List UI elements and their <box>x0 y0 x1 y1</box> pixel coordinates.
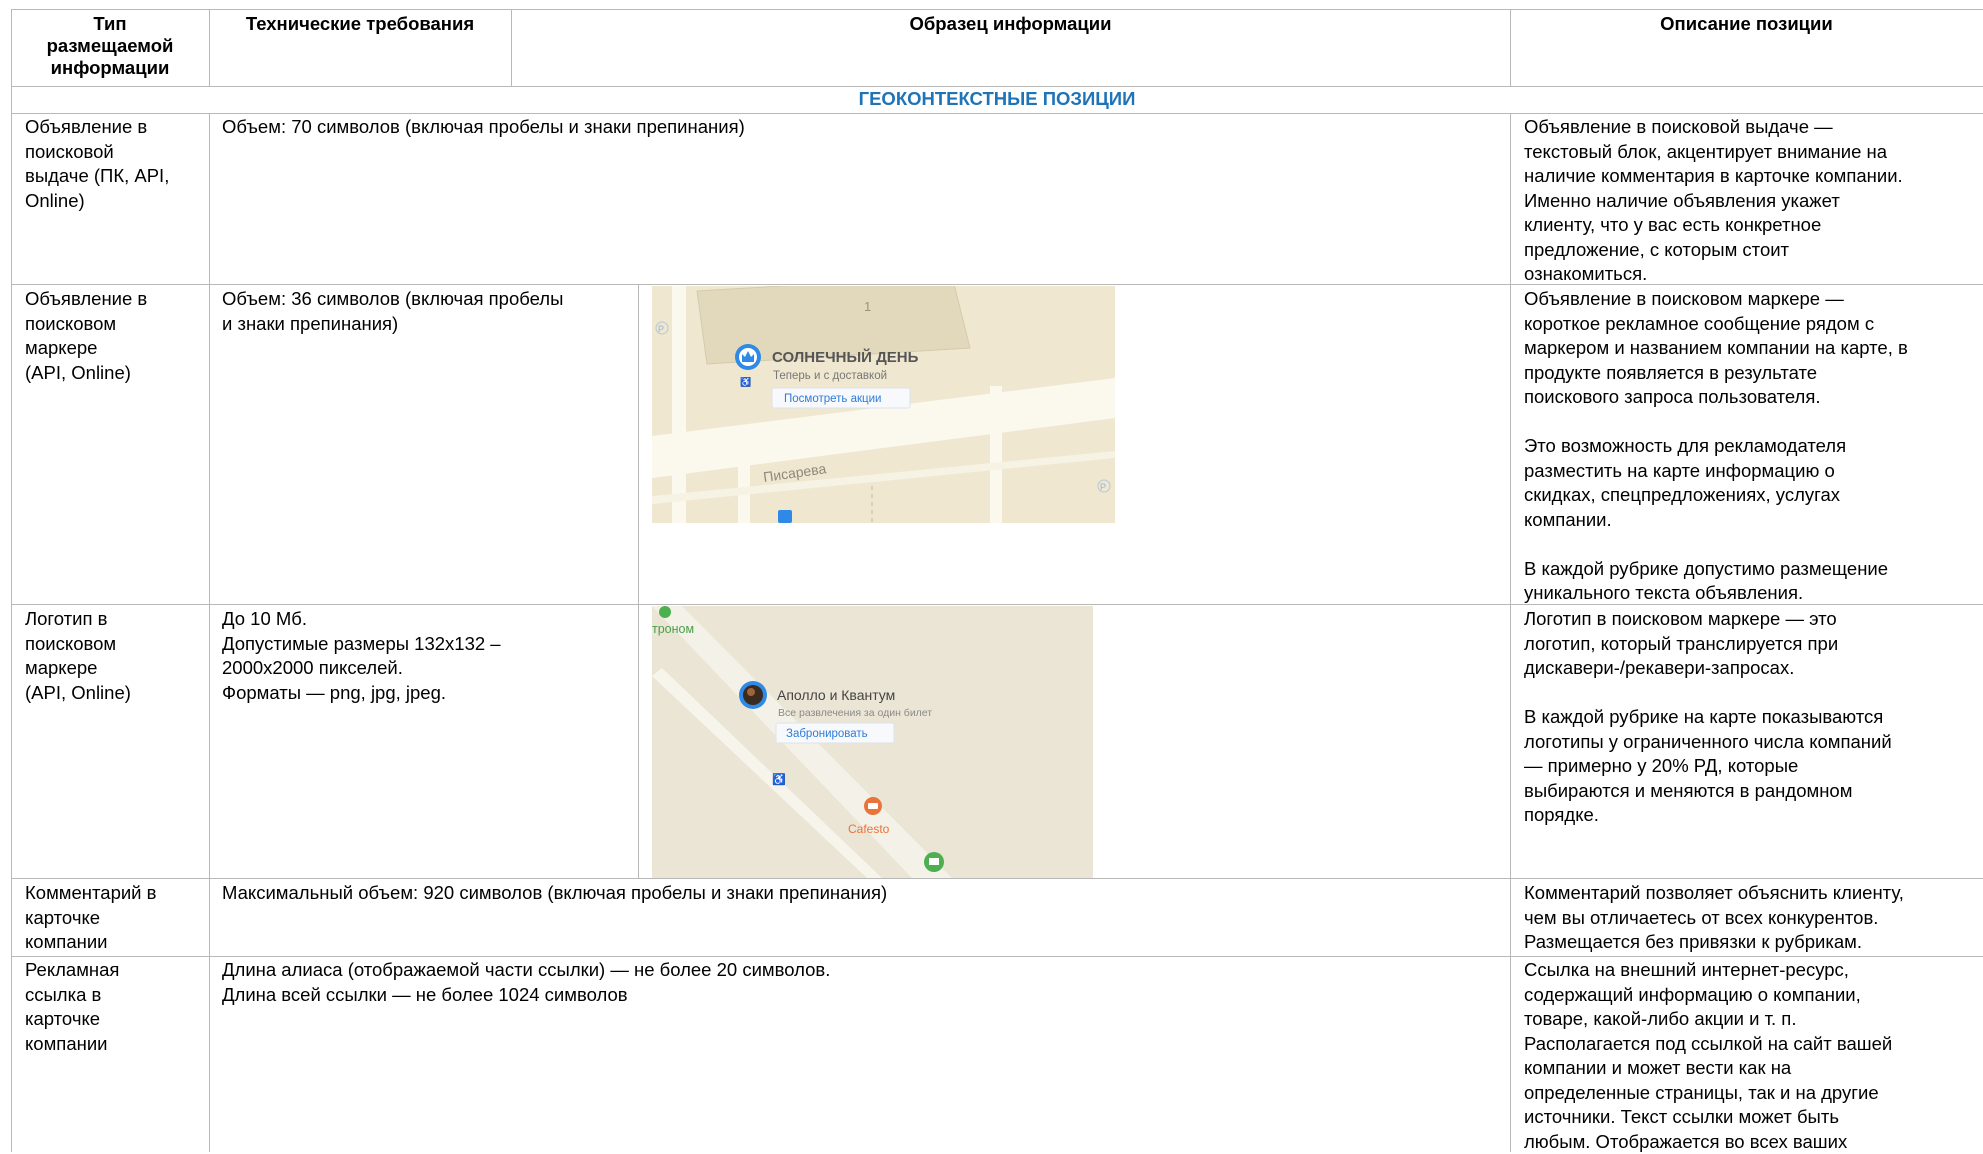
row1-requirements: Объем: 70 символов (включая пробелы и зн… <box>222 116 745 137</box>
map2-ad-text: Все развлечения за один билет <box>778 707 932 719</box>
row3-type: Логотип в поисковом маркере (API, Online… <box>25 608 131 703</box>
row4-description: Комментарий позволяет объяснить клиенту,… <box>1524 882 1904 952</box>
svg-text:♿: ♿ <box>740 376 751 387</box>
map1-parking-icon: P <box>658 324 664 334</box>
header-type: Тип размещаемой информации <box>46 13 174 78</box>
row2-description: Объявление в поисковом маркере — коротко… <box>1524 288 1908 603</box>
map1-button-label: Посмотреть акции <box>784 393 881 405</box>
map2-corner-label: троном <box>652 622 694 636</box>
header-description: Описание позиции <box>1660 13 1833 34</box>
row4-type: Комментарий в карточке компании <box>25 882 157 952</box>
row1-description: Объявление в поисковой выдаче — текстовы… <box>1524 116 1903 284</box>
map-sample-logo-marker: троном Аполло и Квантум Все развлечения … <box>652 606 1093 878</box>
map1-company: СОЛНЕЧНЫЙ ДЕНЬ <box>772 348 919 366</box>
row2-type: Объявление в поисковом маркере (API, Onl… <box>25 288 148 383</box>
map-sample-marker-ad: 1 Писарева P P ♿ СОЛНЕЧНЫЙ ДЕНЬ Теперь и… <box>652 286 1115 523</box>
row5-requirements: Длина алиаса (отображаемой части ссылки)… <box>222 959 831 1005</box>
map1-ad-text: Теперь и с доставкой <box>773 370 887 382</box>
header-requirements: Технические требования <box>245 13 475 34</box>
row2-requirements: Объем: 36 символов (включая пробелы и зн… <box>222 288 564 334</box>
map2-button-label: Забронировать <box>786 728 868 740</box>
row5-type: Рекламная ссылка в карточке компании <box>25 959 120 1054</box>
header-sample: Образец информации <box>909 13 1112 34</box>
map2-cafe-label: Cafesto <box>848 822 890 836</box>
row5-description: Ссылка на внешний интернет-ресурс, содер… <box>1524 959 1893 1152</box>
section-title: ГЕОКОНТЕКСТНЫЕ ПОЗИЦИИ <box>858 88 1136 109</box>
row3-requirements: До 10 Мб. Допустимые размеры 132х132 – 2… <box>222 608 501 703</box>
map1-parking-icon-2: P <box>1100 482 1106 492</box>
row4-requirements: Максимальный объем: 920 символов (включа… <box>222 882 888 903</box>
row3-description: Логотип в поисковом маркере — это логоти… <box>1524 608 1892 825</box>
map2-company: Аполло и Квантум <box>777 687 895 703</box>
map1-building-number: 1 <box>864 299 871 314</box>
row1-type: Объявление в поисковой выдаче (ПК, API, … <box>25 116 170 211</box>
svg-text:♿: ♿ <box>772 773 786 786</box>
